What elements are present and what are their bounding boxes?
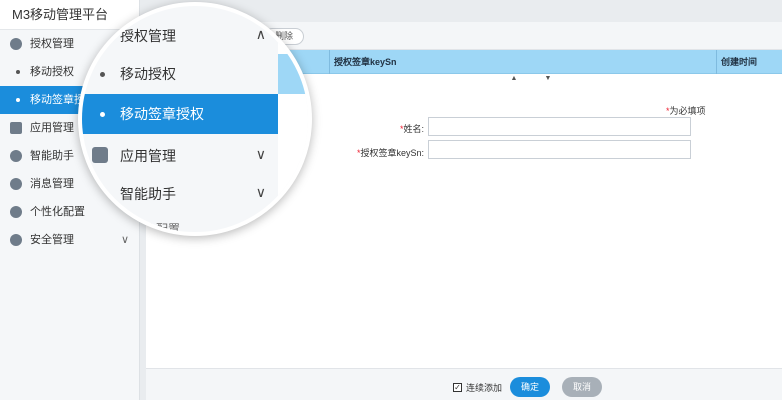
magnifier-item-mobile-auth[interactable]: 移动授权 (82, 54, 278, 94)
sidebar-item-label: 移动授权 (30, 66, 74, 78)
magnifier-table-header (278, 54, 308, 94)
column-divider (329, 50, 330, 74)
sidebar-item-label: 授权管理 (30, 38, 74, 50)
sort-down-icon[interactable]: ▼ (538, 74, 558, 84)
sidebar-item-label: 应用管理 (30, 122, 74, 134)
magnifier-item-auth[interactable]: 授权管理 ∧ (82, 26, 278, 48)
sort-up-icon[interactable]: ▲ (504, 74, 524, 84)
column-header-keysn[interactable]: 授权签章keySn (334, 50, 397, 74)
magnifier-item-label: 移动签章授权 (120, 106, 204, 122)
confirm-button[interactable]: 确定 (510, 377, 550, 397)
sidebar-item-label: 消息管理 (30, 178, 74, 190)
cancel-button[interactable]: 取消 (562, 377, 602, 397)
magnifier-item-label: 授权管理 (120, 28, 176, 44)
cube-icon (10, 122, 22, 134)
bullet-icon (16, 98, 20, 102)
column-header-created-time[interactable]: 创建时间 (721, 50, 757, 74)
bullet-icon (100, 72, 105, 77)
gear-icon (10, 38, 22, 50)
magnifier-item-label: 应用管理 (120, 148, 176, 164)
bulb-icon (10, 150, 22, 162)
required-note-text: 为必填项 (669, 106, 706, 116)
palette-icon (10, 206, 22, 218)
magnifier-item-label: 智能助手 (120, 186, 176, 202)
chevron-down-icon[interactable]: ∨ (256, 146, 266, 163)
keysn-label-text: 授权签章keySn: (360, 148, 424, 158)
name-label: *姓名: (346, 122, 424, 135)
bell-icon (10, 178, 22, 190)
bullet-icon (16, 70, 20, 74)
magnifier-main-edge (278, 6, 308, 232)
required-note: *为必填项 (666, 104, 706, 117)
footer: ✓ 连续添加 确定 取消 (146, 368, 782, 400)
sidebar-item-label: 智能助手 (30, 150, 74, 162)
shield-icon (10, 234, 22, 246)
name-label-text: 姓名: (403, 124, 424, 134)
magnifier-item-assistant[interactable]: 智能助手 ∨ (82, 184, 278, 206)
magnifier-content: 授权管理 ∧ 移动授权 移动签章授权 应用管理 ∨ 智能助手 ∨ 个性化配置 (82, 6, 308, 232)
column-divider (716, 50, 717, 74)
keysn-field[interactable] (428, 140, 691, 159)
magnifier-item-apps[interactable]: 应用管理 ∨ (82, 146, 278, 168)
name-field[interactable] (428, 117, 691, 136)
magnifier-item-mobile-seal-auth[interactable]: 移动签章授权 (82, 94, 278, 134)
sidebar-item-label: 安全管理 (30, 234, 74, 246)
continuous-add-label: 连续添加 (466, 383, 503, 393)
continuous-add-checkbox[interactable]: ✓ (453, 383, 462, 392)
magnifier-item-label: 移动授权 (120, 66, 176, 82)
chevron-up-icon[interactable]: ∧ (256, 26, 266, 43)
magnifier-overlay: 授权管理 ∧ 移动授权 移动签章授权 应用管理 ∨ 智能助手 ∨ 个性化配置 (78, 2, 312, 236)
sidebar-item-label: 个性化配置 (30, 206, 85, 218)
keysn-label: *授权签章keySn: (336, 146, 424, 159)
bullet-icon (100, 112, 105, 117)
chevron-down-icon[interactable]: ∨ (256, 184, 266, 201)
